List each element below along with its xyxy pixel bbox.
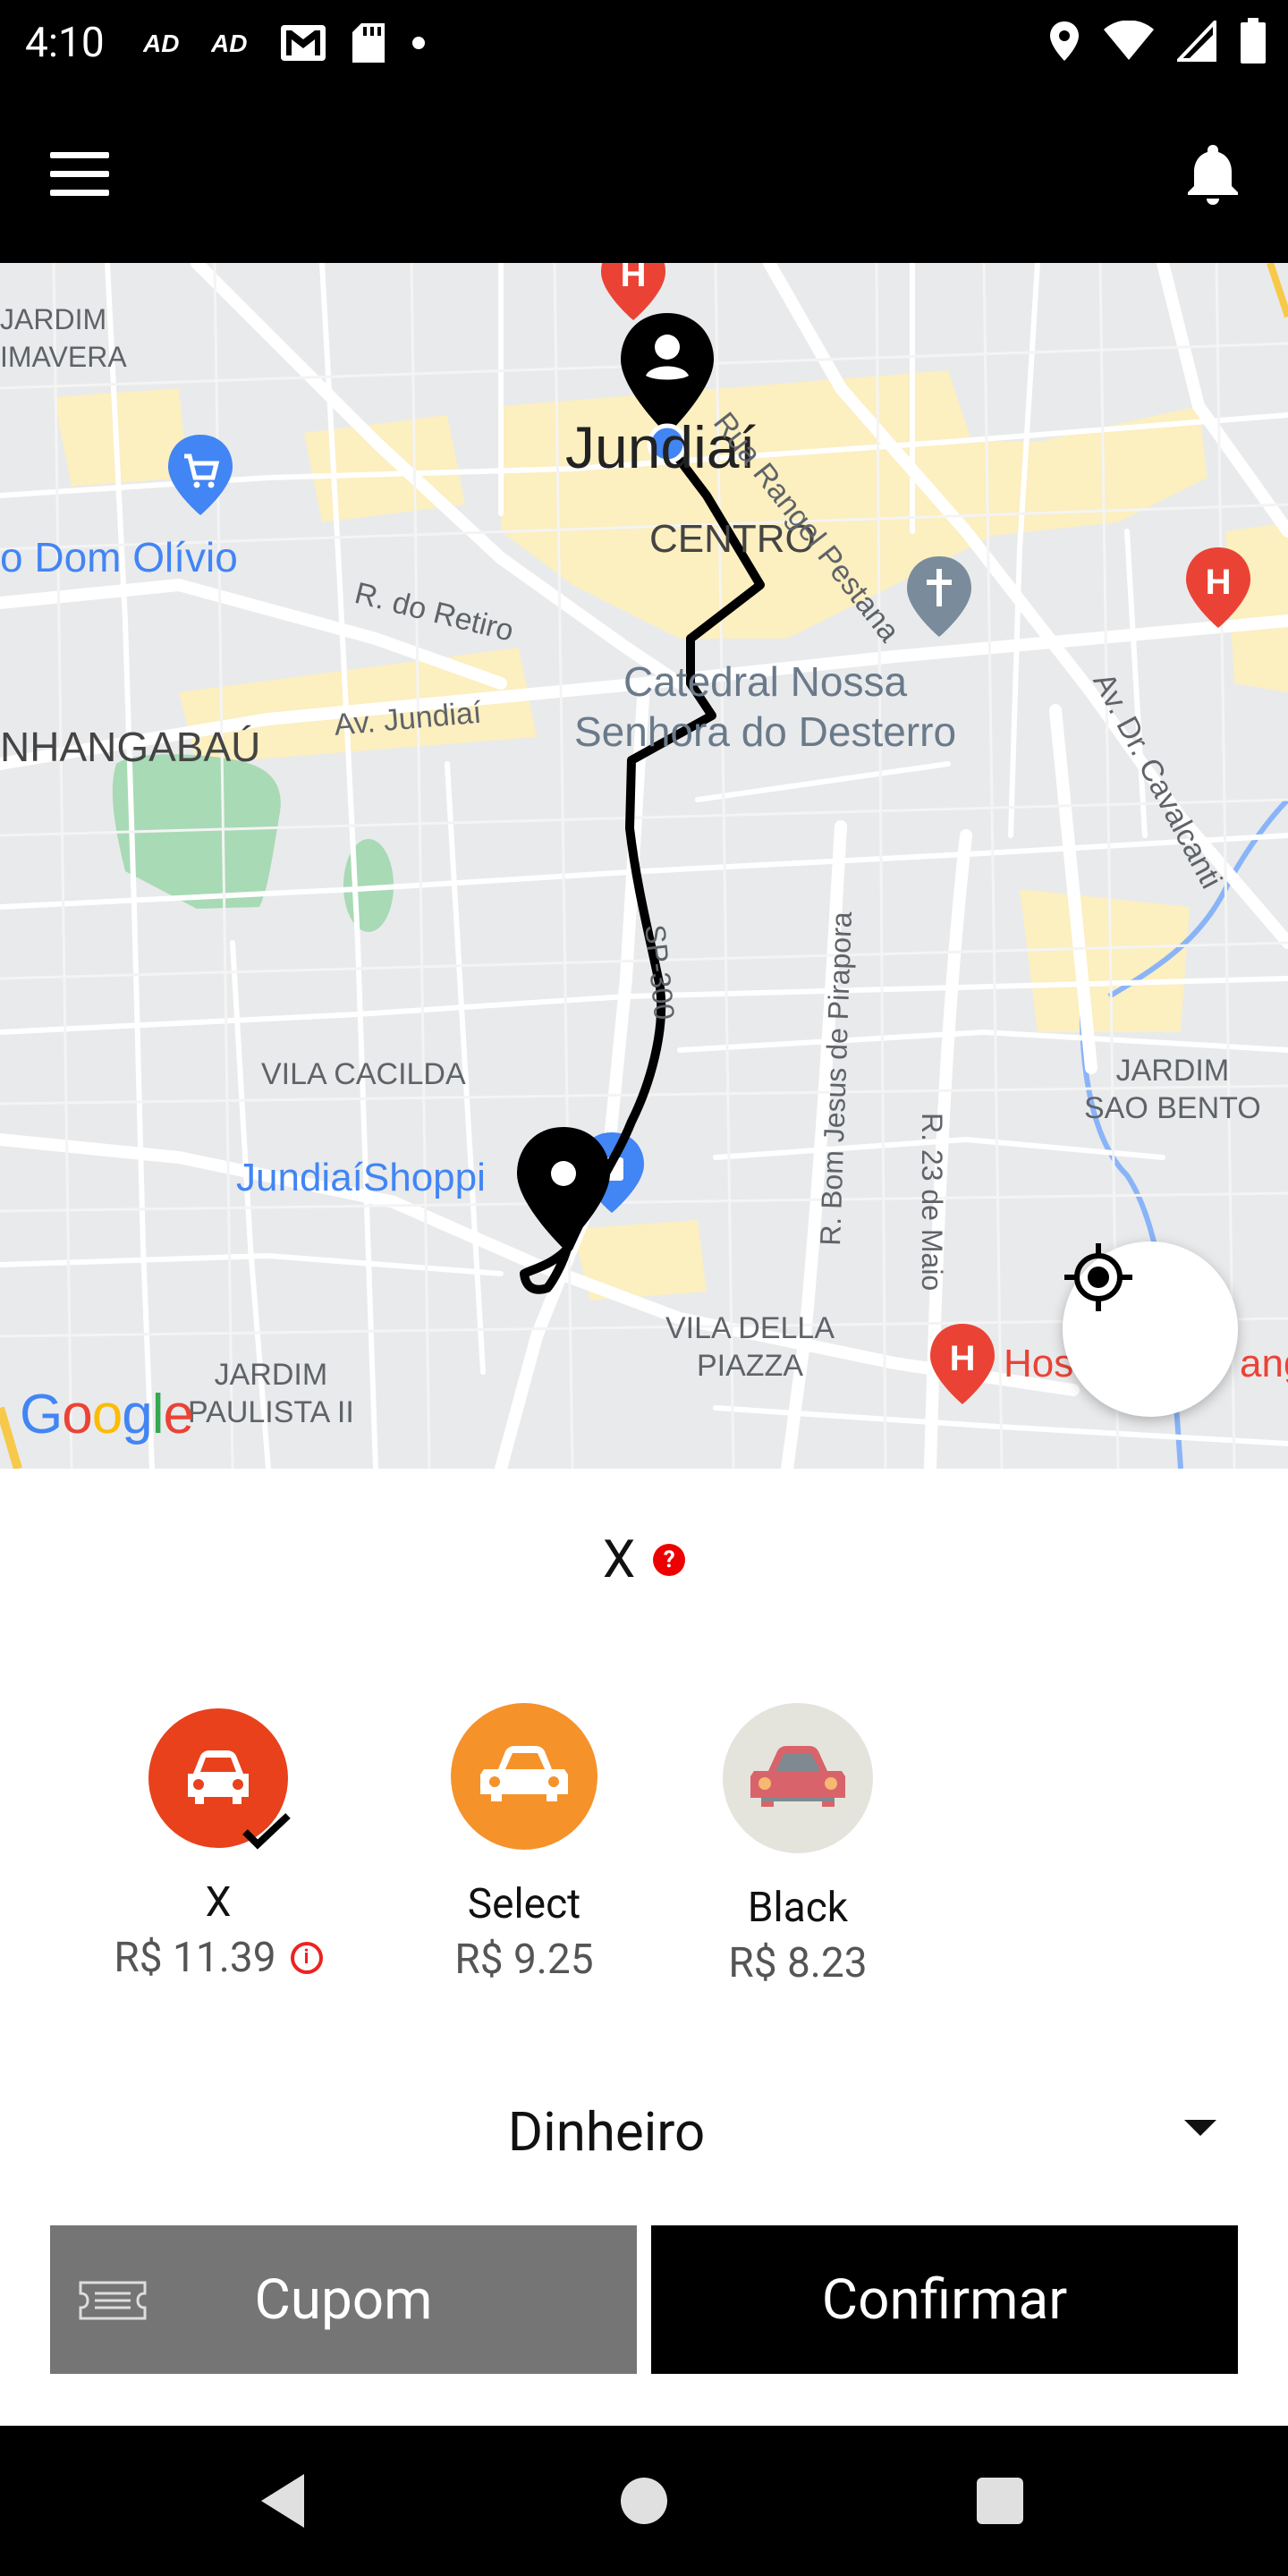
map-label-jardim-paulista: JARDIM PAULISTA II bbox=[188, 1358, 354, 1429]
confirm-button-label: Confirmar bbox=[821, 2267, 1068, 2333]
ride-option-circle bbox=[723, 1703, 873, 1853]
confirm-button[interactable]: Confirmar bbox=[651, 2225, 1238, 2374]
info-icon[interactable]: i bbox=[290, 1942, 323, 1974]
hospital-poi-icon: H bbox=[601, 263, 665, 320]
map-label-hospital: Hos bbox=[1004, 1342, 1074, 1385]
ticket-icon bbox=[79, 2281, 147, 2320]
status-time: 4:10 bbox=[25, 19, 105, 67]
ride-option-name: X bbox=[205, 1878, 232, 1927]
ride-option-select[interactable]: Select R$ 9.25 bbox=[408, 1703, 640, 1984]
map-label-hospital-2: ang bbox=[1240, 1342, 1288, 1385]
hospital-poi-icon: H bbox=[930, 1324, 995, 1404]
notification-bell-icon[interactable] bbox=[1177, 138, 1249, 209]
nav-back-icon[interactable] bbox=[261, 2474, 304, 2528]
nav-home-icon[interactable] bbox=[621, 2478, 667, 2524]
status-right-icons bbox=[1048, 18, 1267, 64]
map-label-dom-olivio: o Dom Olívio bbox=[0, 534, 238, 580]
dot-icon bbox=[412, 37, 425, 49]
svg-text:H: H bbox=[1206, 563, 1232, 602]
map-label-jundiai-shopping: JundiaíShoppi bbox=[236, 1156, 486, 1199]
ad-icon: AD bbox=[211, 30, 247, 57]
map-label-vila-della-piazza: VILA DELLA PIAZZA bbox=[665, 1311, 835, 1383]
ride-option-black[interactable]: Black R$ 8.23 bbox=[682, 1703, 914, 1987]
ride-option-price: R$ 8.23 bbox=[728, 1939, 868, 1987]
car-icon bbox=[480, 1746, 568, 1801]
church-poi-icon bbox=[907, 556, 971, 637]
nav-recents-icon[interactable] bbox=[977, 2478, 1023, 2524]
ride-option-x[interactable]: X R$ 11.39 i bbox=[102, 1708, 335, 1982]
svg-text:H: H bbox=[950, 1339, 976, 1378]
ride-option-price: R$ 11.39 bbox=[114, 1934, 276, 1982]
map-highway-edge bbox=[1267, 263, 1288, 318]
ride-option-circle bbox=[451, 1703, 597, 1850]
map-label-catedral: Catedral Nossa Senhora do Desterro bbox=[574, 658, 957, 755]
svg-text:H: H bbox=[621, 263, 647, 294]
ride-option-circle bbox=[148, 1708, 291, 1850]
wifi-icon bbox=[1104, 21, 1154, 60]
google-logo: Google bbox=[20, 1384, 194, 1445]
dropdown-arrow-icon bbox=[1184, 2120, 1216, 2136]
ride-option-price-row: R$ 11.39 i bbox=[102, 1934, 335, 1982]
svg-text:AD: AD bbox=[211, 30, 247, 57]
my-location-crosshair-icon bbox=[1064, 1243, 1132, 1311]
map-view[interactable]: H H H JARDIM IMAVERA Jundiaí CENTRO Rua … bbox=[0, 263, 1288, 1469]
map-label-vila-cacilda: VILA CACILDA bbox=[261, 1057, 466, 1091]
map-label-anhangabau: NHANGABAÚ bbox=[0, 724, 261, 770]
status-left-icons: AD AD bbox=[143, 21, 428, 64]
checkmark-icon bbox=[242, 1813, 291, 1850]
map-label-jardim-sao-bento: JARDIM SAO BENTO bbox=[1084, 1054, 1261, 1125]
ride-option-price: R$ 9.25 bbox=[454, 1936, 594, 1984]
help-icon[interactable]: ? bbox=[653, 1544, 686, 1576]
system-navigation-bar bbox=[0, 2426, 1288, 2576]
gmail-icon bbox=[281, 25, 326, 61]
map-label-r-23-de-maio: R. 23 de Maio bbox=[916, 1113, 948, 1292]
ride-option-name: Select bbox=[467, 1880, 581, 1928]
app-bar bbox=[0, 86, 1288, 263]
menu-line bbox=[50, 189, 109, 196]
menu-line bbox=[50, 151, 109, 158]
ride-option-name: Black bbox=[747, 1884, 849, 1932]
svg-text:AD: AD bbox=[143, 30, 179, 57]
coupon-button-label: Cupom bbox=[254, 2267, 433, 2333]
selected-category-header: X ? bbox=[0, 1530, 1288, 1590]
menu-line bbox=[50, 170, 109, 177]
ride-options-sheet: X ? X R$ 11.39 i Select R$ 9.25 Black R$… bbox=[0, 1469, 1288, 2426]
status-bar: 4:10 AD AD bbox=[0, 0, 1288, 86]
map-highway-edge bbox=[0, 1406, 22, 1469]
shopping-cart-poi-icon bbox=[168, 435, 233, 515]
car-icon bbox=[750, 1746, 845, 1807]
selected-category-title: X bbox=[602, 1530, 636, 1590]
my-location-button[interactable] bbox=[1063, 1241, 1238, 1417]
ride-option-price-row: R$ 9.25 bbox=[408, 1936, 640, 1984]
ride-option-price-row: R$ 8.23 bbox=[682, 1939, 914, 1987]
battery-icon bbox=[1241, 18, 1266, 64]
sd-card-icon bbox=[352, 23, 385, 63]
signal-icon bbox=[1177, 21, 1216, 62]
payment-method-label: Dinheiro bbox=[507, 2100, 706, 2164]
car-icon bbox=[188, 1750, 249, 1804]
coupon-button[interactable]: Cupom bbox=[50, 2225, 637, 2374]
ad-icon: AD bbox=[143, 30, 179, 57]
map-label-jardim-primavera: JARDIM IMAVERA bbox=[0, 303, 127, 373]
hamburger-menu-icon[interactable] bbox=[50, 141, 125, 206]
payment-method-dropdown[interactable]: Dinheiro bbox=[0, 2086, 1288, 2172]
location-icon bbox=[1050, 21, 1079, 61]
